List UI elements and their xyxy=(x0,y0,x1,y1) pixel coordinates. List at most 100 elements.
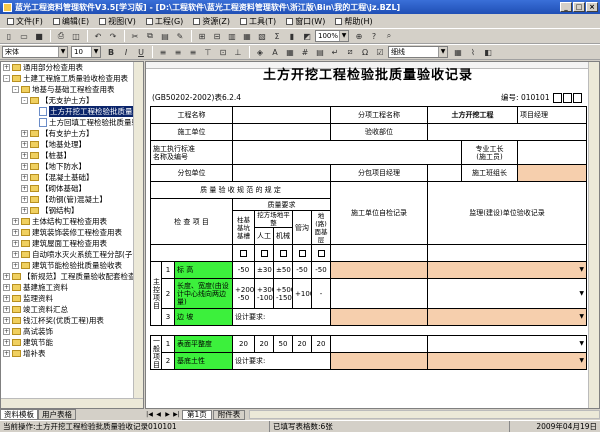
expand-icon[interactable]: + xyxy=(12,262,19,269)
sum-icon[interactable]: Σ xyxy=(270,30,284,43)
tree-item[interactable]: - 【无支护土方】 xyxy=(1,95,143,106)
self-check-field[interactable] xyxy=(330,335,428,353)
print-preview-icon[interactable]: ◫ xyxy=(69,30,83,43)
tree-item[interactable]: + 建筑屋面工程检查用表 xyxy=(1,238,143,249)
border-style-select[interactable]: 细线 ▼ xyxy=(388,46,448,58)
new-icon[interactable]: ▯ xyxy=(2,30,16,43)
menu-tools[interactable]: 工具(T) xyxy=(235,16,281,27)
tree-item[interactable]: 土方开挖工程检验批质量验 xyxy=(1,106,143,117)
self-check-field[interactable] xyxy=(330,278,428,309)
menu-help[interactable]: 帮助(H) xyxy=(330,16,377,27)
underline-button[interactable]: U xyxy=(134,46,148,59)
tree-item[interactable]: + 通用部分检查用表 xyxy=(1,62,143,73)
tab-page-1[interactable]: 第1页 xyxy=(182,409,212,420)
fill-color-icon[interactable]: ◈ xyxy=(253,46,267,59)
tree-item[interactable]: + 【砌体基础】 xyxy=(1,183,143,194)
align-center-icon[interactable]: ≡ xyxy=(171,46,185,59)
vertical-scrollbar[interactable] xyxy=(588,62,599,408)
zoom-in-icon[interactable]: ⊕ xyxy=(352,30,366,43)
design-req-field[interactable]: 设计要求: xyxy=(232,308,331,326)
align-right-icon[interactable]: ≡ xyxy=(186,46,200,59)
tab-user-tables[interactable]: 用户表格 xyxy=(38,409,76,420)
checkbox[interactable] xyxy=(279,249,287,257)
bold-button[interactable]: B xyxy=(104,46,118,59)
tree-item[interactable]: + 竣工资料汇总 xyxy=(1,304,143,315)
self-check-field[interactable] xyxy=(330,261,428,279)
collapse-icon[interactable]: - xyxy=(21,97,28,104)
align-bottom-icon[interactable]: ⊥ xyxy=(231,46,245,59)
tree-item[interactable]: + 监理资料 xyxy=(1,293,143,304)
chevron-down-icon[interactable]: ▼ xyxy=(579,313,584,321)
tree-item[interactable]: + 【劲钢(管)混凝土】 xyxy=(1,194,143,205)
menu-file[interactable]: 文件(F) xyxy=(2,16,48,27)
tree-item[interactable]: + 【地基处理】 xyxy=(1,139,143,150)
insert-row-icon[interactable]: ⊞ xyxy=(195,30,209,43)
align-top-icon[interactable]: ⊤ xyxy=(201,46,215,59)
sub-manager-field[interactable] xyxy=(427,164,462,182)
construction-unit-field[interactable] xyxy=(232,123,331,141)
tree-item[interactable]: + 【钢结构】 xyxy=(1,205,143,216)
expand-icon[interactable]: + xyxy=(21,130,28,137)
tree-item[interactable]: + 【混凝土基础】 xyxy=(1,172,143,183)
team-leader-field[interactable] xyxy=(517,164,587,182)
horizontal-scrollbar[interactable] xyxy=(249,410,600,419)
pro-foreman-field[interactable] xyxy=(517,140,587,165)
expand-icon[interactable]: + xyxy=(12,229,19,236)
expand-icon[interactable]: + xyxy=(3,306,10,313)
save-icon[interactable]: ■ xyxy=(32,30,46,43)
supervisor-check-field[interactable]: ▼ xyxy=(427,335,587,353)
expand-icon[interactable]: + xyxy=(12,240,19,247)
open-icon[interactable]: ▭ xyxy=(17,30,31,43)
font-color-icon[interactable]: A xyxy=(268,46,282,59)
paste-icon[interactable]: ▤ xyxy=(158,30,172,43)
tree-item[interactable]: + 自动喷水灭火系统工程分部(子分 xyxy=(1,249,143,260)
border-dropdown-icon[interactable]: ▦ xyxy=(451,46,465,59)
expand-icon[interactable]: + xyxy=(3,317,10,324)
align-middle-icon[interactable]: ⊡ xyxy=(216,46,230,59)
tree-item[interactable]: + 【有支护土方】 xyxy=(1,128,143,139)
tree-item[interactable]: - 土建工程施工质量验收检查用表 xyxy=(1,73,143,84)
design-req-field[interactable]: 设计要求: xyxy=(232,352,331,370)
expand-icon[interactable]: + xyxy=(21,185,28,192)
grid-icon[interactable]: # xyxy=(298,46,312,59)
menu-window[interactable]: 窗口(W) xyxy=(281,16,330,27)
exec-standard-field[interactable] xyxy=(232,140,462,165)
checkbox-cell[interactable] xyxy=(254,244,274,262)
subproject-name-value[interactable]: 土方开挖工程 xyxy=(427,106,518,124)
italic-button[interactable]: I xyxy=(119,46,133,59)
chart-icon[interactable]: ▮ xyxy=(285,30,299,43)
expand-icon[interactable]: + xyxy=(21,174,28,181)
expand-icon[interactable]: + xyxy=(12,251,19,258)
tree-item[interactable]: + 建筑节能检验批质量验收表 xyxy=(1,260,143,271)
help-icon[interactable]: ? xyxy=(367,30,381,43)
first-sheet-icon[interactable]: |◀ xyxy=(145,410,154,419)
number-box[interactable] xyxy=(553,93,562,103)
chevron-down-icon[interactable]: ▼ xyxy=(579,266,584,274)
supervisor-check-field[interactable]: ▼ xyxy=(427,308,587,326)
delete-row-icon[interactable]: ⊟ xyxy=(210,30,224,43)
line-style-icon[interactable]: ⌇ xyxy=(466,46,480,59)
checkbox-cell[interactable] xyxy=(273,244,293,262)
expand-icon[interactable]: + xyxy=(3,284,10,291)
merge-cells-icon[interactable]: ▦ xyxy=(240,30,254,43)
expand-icon[interactable]: + xyxy=(3,350,10,357)
number-box[interactable] xyxy=(563,93,572,103)
close-button[interactable]: × xyxy=(586,2,598,12)
tree-item[interactable]: + 【桩基】 xyxy=(1,150,143,161)
project-name-field[interactable] xyxy=(232,106,331,124)
supervisor-check-field[interactable]: ▼ xyxy=(427,261,587,279)
insert-symbol-icon[interactable]: Ω xyxy=(358,46,372,59)
chevron-down-icon[interactable]: ▼ xyxy=(579,290,584,298)
align-left-icon[interactable]: ≡ xyxy=(156,46,170,59)
expand-icon[interactable]: + xyxy=(21,207,28,214)
tree-item[interactable]: + 高试装饰 xyxy=(1,326,143,337)
tree-item[interactable]: 土方回填工程检验批质量验 xyxy=(1,117,143,128)
checkbox-icon[interactable]: ☑ xyxy=(373,46,387,59)
expand-icon[interactable]: + xyxy=(3,64,10,71)
acceptance-part-field[interactable] xyxy=(427,123,587,141)
menu-project[interactable]: 工程(G) xyxy=(141,16,188,27)
checkbox[interactable] xyxy=(260,249,268,257)
next-sheet-icon[interactable]: ▶ xyxy=(163,410,172,419)
expand-icon[interactable]: + xyxy=(3,273,10,280)
menu-resource[interactable]: 资源(Z) xyxy=(188,16,235,27)
